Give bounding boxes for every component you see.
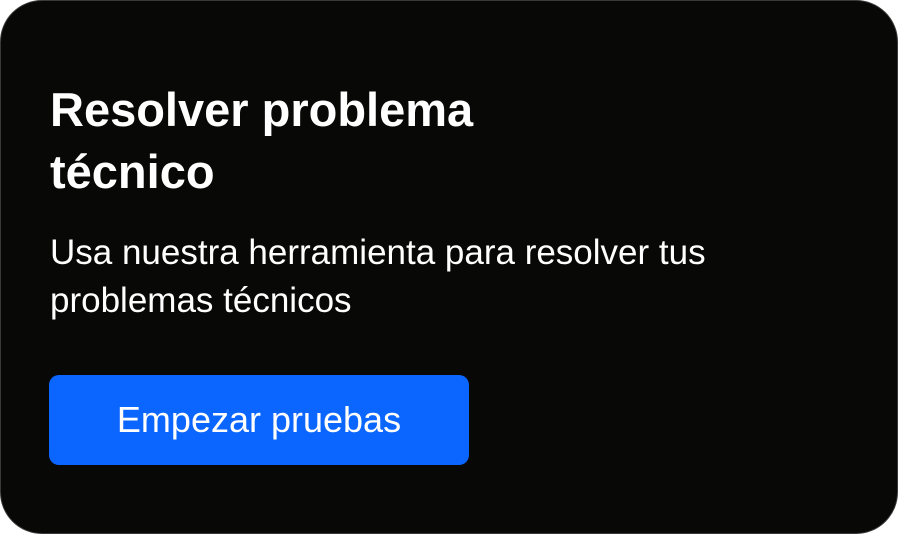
card-description: Usa nuestra herramienta para resolver tu… <box>50 233 706 320</box>
start-tests-button[interactable]: Empezar pruebas <box>49 375 469 465</box>
troubleshooter-card: Resolver problema técnico Usa nuestra he… <box>0 0 898 534</box>
card-title: Resolver problema técnico <box>50 83 474 198</box>
